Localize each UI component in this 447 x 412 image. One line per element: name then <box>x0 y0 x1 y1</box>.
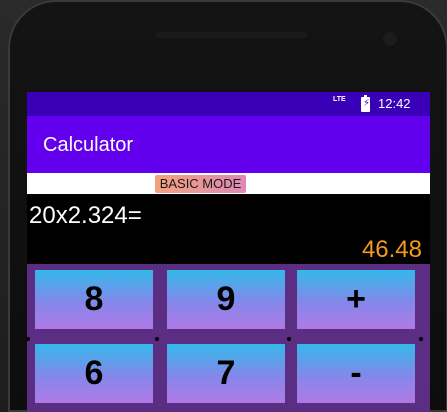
front-camera <box>381 30 399 48</box>
key-7[interactable]: 7 <box>167 344 285 403</box>
result-display: 46.48 <box>361 236 422 263</box>
keypad: 8 9 + 6 7 - <box>27 264 430 412</box>
status-bar: LTE ⚡ 12:42 <box>27 92 430 116</box>
app-bar: Calculator <box>27 116 430 173</box>
key-8[interactable]: 8 <box>35 270 153 329</box>
network-type: LTE <box>333 96 346 103</box>
key-plus[interactable]: + <box>297 270 415 329</box>
grid-dot <box>155 337 159 341</box>
earpiece-speaker <box>153 30 309 40</box>
key-6[interactable]: 6 <box>35 344 153 403</box>
status-time: 12:42 <box>378 96 411 111</box>
battery-charging-icon: ⚡ <box>361 95 370 112</box>
app-title: Calculator <box>43 134 134 156</box>
key-minus[interactable]: - <box>297 344 415 403</box>
grid-dot <box>287 337 291 341</box>
grid-dot <box>419 337 423 341</box>
device-frame: LTE ⚡ 12:42 Calculator BASIC MODE 20x2.3… <box>0 0 447 412</box>
mode-strip: BASIC MODE <box>27 173 430 194</box>
basic-mode-button[interactable]: BASIC MODE <box>155 175 246 193</box>
grid-dot <box>27 337 30 341</box>
app-screen: LTE ⚡ 12:42 Calculator BASIC MODE 20x2.3… <box>27 92 430 412</box>
key-9[interactable]: 9 <box>167 270 285 329</box>
expression-display: 20x2.324= <box>29 202 142 229</box>
